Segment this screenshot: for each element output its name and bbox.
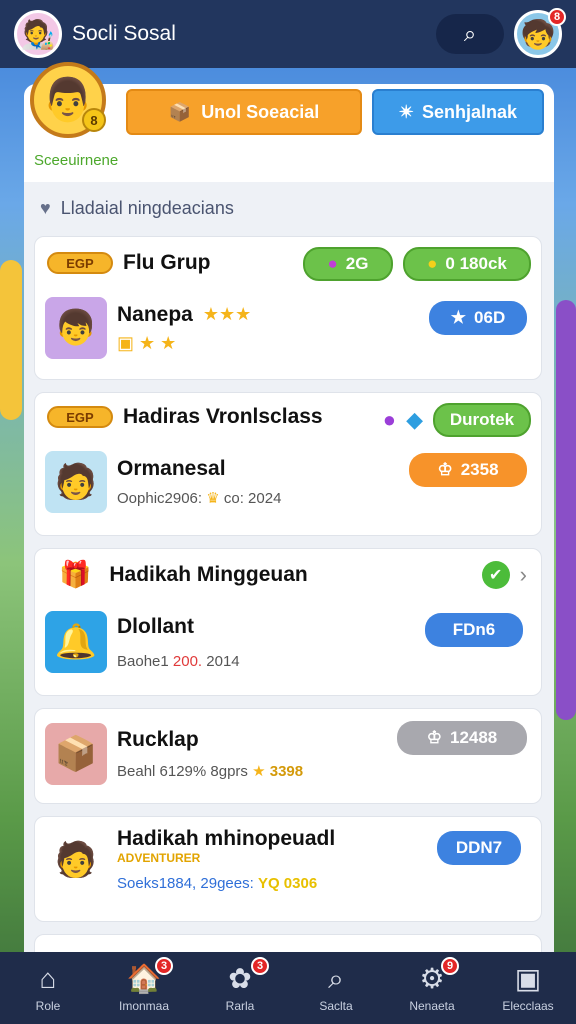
level-coin: 8 bbox=[82, 108, 106, 132]
action-button[interactable]: DDN7 bbox=[437, 831, 521, 865]
profile-avatar[interactable]: 👨 8 bbox=[30, 62, 106, 138]
ticket-badge: EGP bbox=[47, 406, 113, 428]
profile-subtitle: Sceeuirnene bbox=[34, 152, 119, 169]
trophy-icon: ♛ bbox=[206, 490, 220, 507]
star-icon: ★ bbox=[252, 763, 266, 780]
nav-badge: 3 bbox=[155, 957, 173, 975]
nav-label: Rarla bbox=[225, 999, 255, 1013]
profile-button[interactable]: 🧒 8 bbox=[514, 8, 566, 58]
gem-icon: ● bbox=[327, 254, 338, 273]
coin-icon: ● bbox=[427, 254, 438, 273]
section-title: ♥ Lladaial ningdeacians bbox=[40, 198, 234, 219]
nav-item-saclta[interactable]: ⌕ Saclta bbox=[291, 963, 381, 1013]
search-button[interactable]: ⌕ bbox=[436, 14, 504, 54]
nav-label: Elecclaas bbox=[502, 999, 554, 1013]
crown-icon: ♔ bbox=[426, 728, 442, 747]
list-item[interactable]: 🧑 Hadikah mhinopeuadl ADVENTURER Soeks18… bbox=[34, 816, 542, 922]
background-scene bbox=[0, 260, 22, 420]
paw-icon: ✿ bbox=[228, 963, 252, 994]
social-button-label: Unol Soeacial bbox=[201, 101, 320, 122]
star-icon: ★ bbox=[450, 308, 467, 327]
box-icon: 📦 bbox=[168, 101, 192, 122]
star-button[interactable]: ★ 06D bbox=[429, 301, 527, 335]
background-scene-right bbox=[556, 300, 576, 720]
score-value: 2358 bbox=[460, 460, 499, 479]
list-item[interactable]: 📦 Rucklap Beahl 6129% 8gprs ★ 3398 ♔ 124… bbox=[34, 708, 542, 804]
crown-icon: ♔ bbox=[437, 460, 453, 479]
ticket-badge: EGP bbox=[47, 252, 113, 274]
share-button-label: Senhjalnak bbox=[422, 101, 518, 122]
score-button[interactable]: ♔ 2358 bbox=[409, 453, 527, 487]
meta-text: Soeks1884, 29gees: YQ 0306 bbox=[117, 875, 318, 892]
user-name: Ormanesal bbox=[117, 457, 226, 480]
card-title: Flu Grup bbox=[123, 251, 211, 274]
nav-item-imonmaa[interactable]: 🏠 3 Imonmaa bbox=[99, 957, 189, 1013]
nav-badge: 3 bbox=[251, 957, 269, 975]
share-button[interactable]: ✴ Senhjalnak bbox=[372, 89, 544, 135]
meta-text: Beahl 6129% 8gprs ★ 3398 bbox=[117, 763, 304, 780]
search-icon: ⌕ bbox=[463, 21, 477, 46]
locked-value: 12488 bbox=[449, 728, 498, 747]
user-name: Nanepa bbox=[117, 302, 193, 326]
nav-item-elecclaas[interactable]: ▣ Elecclaas bbox=[483, 963, 573, 1013]
action-button[interactable]: FDn6 bbox=[425, 613, 523, 647]
item-icon: 🔔 bbox=[45, 611, 107, 673]
gem-icon[interactable]: ● bbox=[383, 407, 396, 433]
star-button-label: 06D bbox=[474, 308, 506, 327]
gem-count: 2G bbox=[345, 254, 369, 273]
meta-text: Oophic2906: ♛ co: 2024 bbox=[117, 490, 282, 507]
search-icon: ⌕ bbox=[328, 963, 344, 994]
avatar: 🧑 bbox=[45, 451, 107, 513]
status-button[interactable]: Durotek bbox=[433, 403, 531, 437]
top-bar: 🧑‍🎨 Socli Sosal ⌕ 🧒 8 bbox=[0, 0, 576, 68]
coin-pill[interactable]: ● 0 180ck bbox=[403, 247, 531, 281]
chevron-right-icon[interactable]: › bbox=[520, 562, 527, 588]
frame-icon: ▣ bbox=[514, 963, 542, 994]
card-title: Hadikah Minggeuan bbox=[109, 562, 308, 586]
app-logo[interactable]: 🧑‍🎨 bbox=[14, 10, 62, 58]
app-title: Socli Sosal bbox=[72, 22, 176, 45]
check-icon[interactable]: ✔ bbox=[481, 561, 510, 589]
bottom-nav: ⌂ Role 🏠 3 Imonmaa ✿ 3 Rarla ⌕ Saclta ⚙ … bbox=[0, 952, 576, 1024]
card-title: Hadiras Vronlsclass bbox=[123, 405, 323, 428]
item-icon: 📦 bbox=[45, 723, 107, 785]
rating-stars: ★★★ bbox=[202, 304, 252, 324]
list-item[interactable]: EGP Flu Grup ● 2G ● 0 180ck 👦 Nanepa ★★★… bbox=[34, 236, 542, 380]
user-tag: ADVENTURER bbox=[117, 851, 201, 865]
avatar: 👦 bbox=[45, 297, 107, 359]
list-item[interactable]: 🎁 Hadikah Minggeuan ✔ › 🔔 Dlollant Baohe… bbox=[34, 548, 542, 696]
social-button[interactable]: 📦 Unol Soeacial bbox=[126, 89, 362, 135]
diamond-icon[interactable]: ◆ bbox=[406, 407, 423, 433]
section-title-text: Lladaial ningdeacians bbox=[60, 198, 234, 218]
home-icon: ⌂ bbox=[39, 963, 57, 994]
avatar: 🧑 bbox=[45, 828, 107, 891]
notification-badge: 8 bbox=[548, 8, 566, 26]
nav-label: Role bbox=[35, 999, 61, 1013]
nav-item-nenaeta[interactable]: ⚙ 9 Nenaeta bbox=[387, 957, 477, 1013]
gem-pill[interactable]: ● 2G bbox=[303, 247, 393, 281]
user-name: Hadikah mhinopeuadl bbox=[117, 827, 336, 850]
nav-item-role[interactable]: ⌂ Role bbox=[3, 963, 93, 1013]
nav-badge: 9 bbox=[441, 957, 459, 975]
coin-count: 0 180ck bbox=[445, 254, 507, 273]
meta-text: Baohe1 200. 2014 bbox=[117, 652, 240, 670]
star-burst-icon: ✴ bbox=[398, 101, 415, 122]
nav-item-rarla[interactable]: ✿ 3 Rarla bbox=[195, 957, 285, 1013]
list-item[interactable]: EGP Hadiras Vronlsclass ● ◆ Durotek 🧑 Or… bbox=[34, 392, 542, 536]
heart-icon: ♥ bbox=[40, 198, 51, 218]
item-name: Dlollant bbox=[117, 614, 194, 638]
item-name: Rucklap bbox=[117, 728, 199, 751]
nav-label: Saclta bbox=[319, 999, 353, 1013]
gift-icon: 🎁 bbox=[59, 559, 92, 589]
reward-icons: ▣ ★ ★ bbox=[117, 332, 177, 353]
nav-label: Nenaeta bbox=[409, 999, 455, 1013]
locked-button[interactable]: ♔ 12488 bbox=[397, 721, 527, 755]
nav-label: Imonmaa bbox=[118, 999, 170, 1013]
